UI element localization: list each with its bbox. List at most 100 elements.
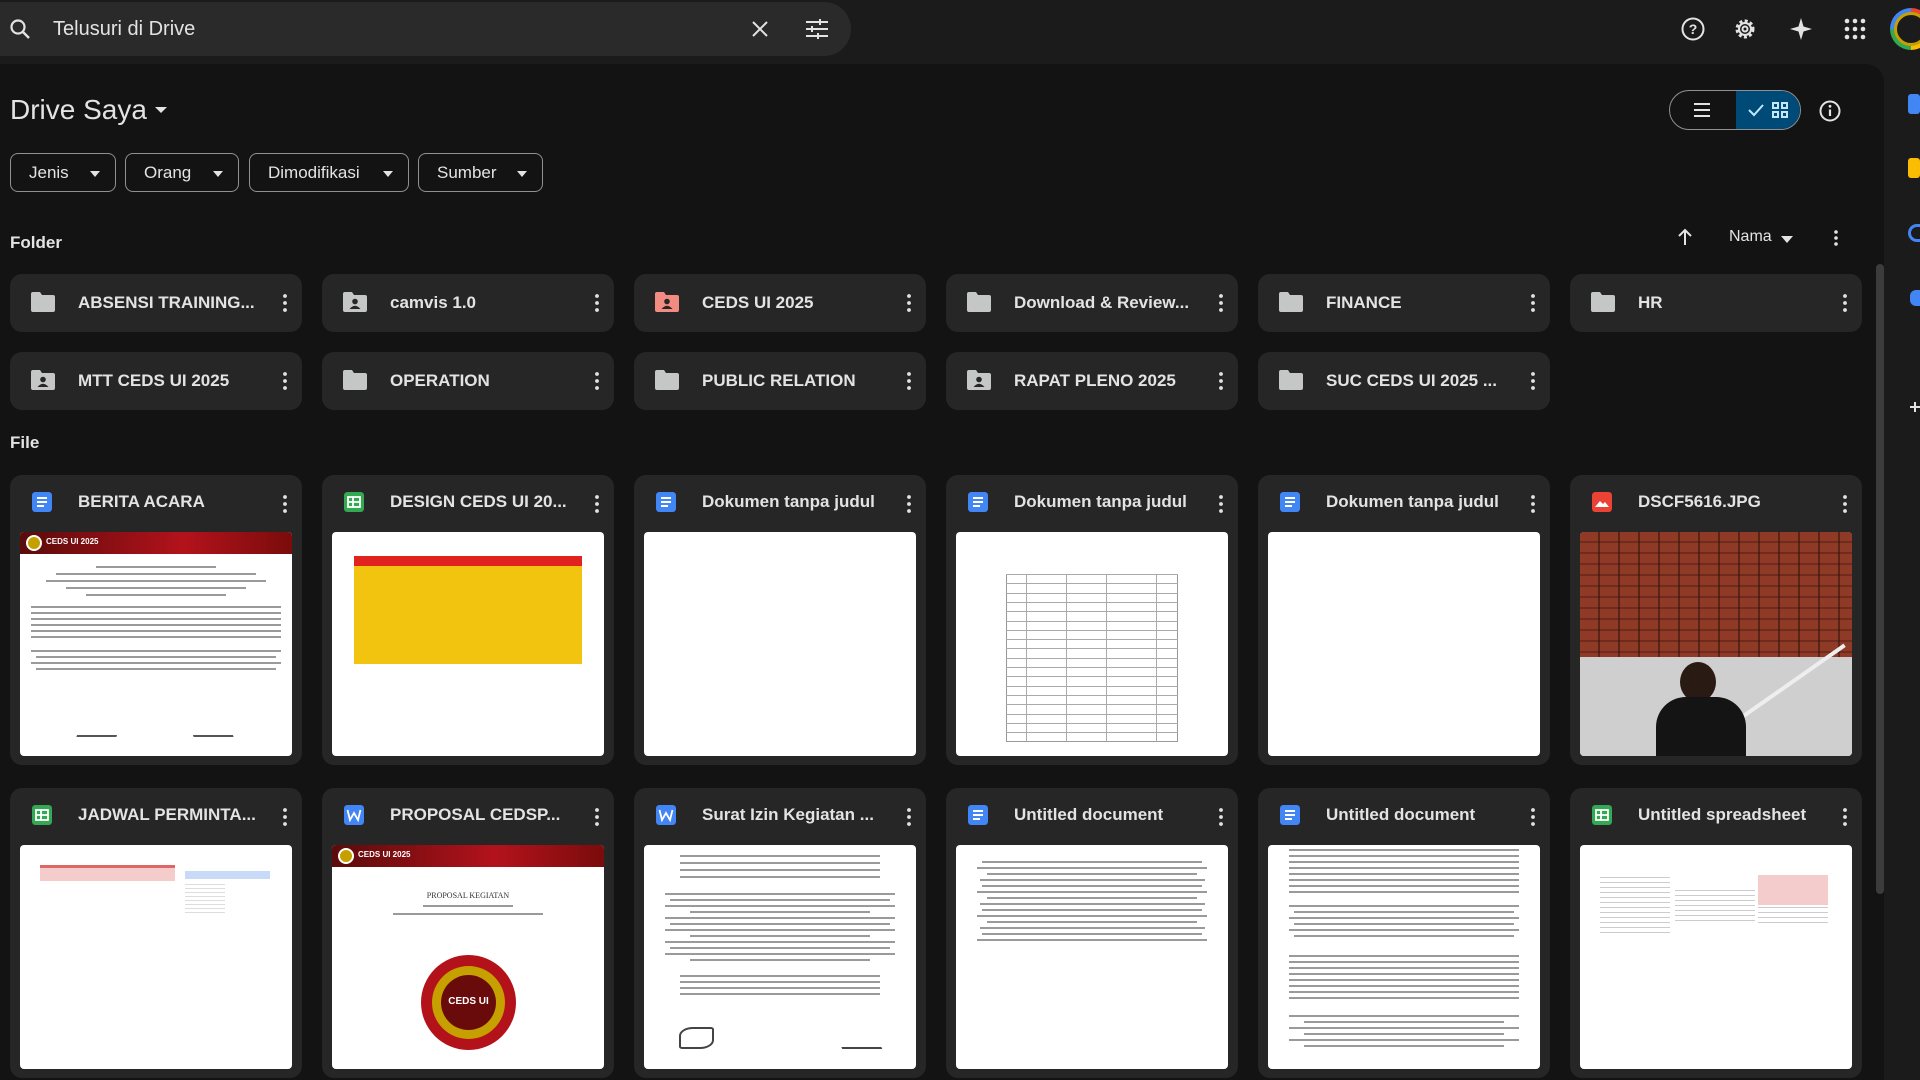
more-vert-icon[interactable] xyxy=(899,492,919,516)
file-card[interactable]: Dokumen tanpa judul xyxy=(634,475,926,765)
search-bar[interactable]: Telusuri di Drive xyxy=(0,2,851,56)
contacts-icon[interactable] xyxy=(1910,290,1920,306)
more-vert-icon[interactable] xyxy=(1835,492,1855,516)
filter-chip-source[interactable]: Sumber xyxy=(418,153,543,192)
file-thumbnail[interactable]: CEDS UI 2025 xyxy=(20,532,292,756)
page-title[interactable]: Drive Saya xyxy=(10,94,147,126)
file-card[interactable]: Untitled document xyxy=(1258,788,1550,1078)
more-vert-icon[interactable] xyxy=(1211,369,1231,393)
filter-chip-people[interactable]: Orang xyxy=(125,153,239,192)
more-vert-icon[interactable] xyxy=(1523,291,1543,315)
more-vert-icon[interactable] xyxy=(587,291,607,315)
folder-item[interactable]: HR xyxy=(1570,274,1862,332)
tasks-icon[interactable] xyxy=(1908,224,1920,242)
file-card[interactable]: PROPOSAL CEDSP... CEDS UI 2025 PROPOSAL KE… xyxy=(322,788,614,1078)
more-vert-icon[interactable] xyxy=(1211,291,1231,315)
file-thumbnail[interactable] xyxy=(332,532,604,756)
folder-item[interactable]: SUC CEDS UI 2025 ... xyxy=(1258,352,1550,410)
more-vert-icon[interactable] xyxy=(587,492,607,516)
file-thumbnail[interactable] xyxy=(1580,845,1852,1069)
file-thumbnail[interactable] xyxy=(644,845,916,1069)
folder-item[interactable]: FINANCE xyxy=(1258,274,1550,332)
sparkle-icon[interactable] xyxy=(1788,16,1814,42)
file-card[interactable]: DESIGN CEDS UI 20... xyxy=(322,475,614,765)
folder-item[interactable]: camvis 1.0 xyxy=(322,274,614,332)
chevron-down-icon[interactable] xyxy=(154,106,168,114)
more-vert-icon[interactable] xyxy=(1523,805,1543,829)
file-card[interactable]: Untitled spreadsheet xyxy=(1570,788,1862,1078)
chevron-down-icon xyxy=(90,171,100,177)
more-vert-icon[interactable] xyxy=(1826,228,1846,248)
chip-label: Jenis xyxy=(29,162,69,182)
file-name: Untitled document xyxy=(1326,805,1476,824)
close-icon[interactable] xyxy=(748,17,772,41)
file-card[interactable]: BERITA ACARA CEDS UI 2025 xyxy=(10,475,302,765)
word-icon xyxy=(656,805,676,825)
apps-grid-icon[interactable] xyxy=(1842,16,1868,42)
search-icon[interactable] xyxy=(8,17,32,41)
folder-item[interactable]: OPERATION xyxy=(322,352,614,410)
avatar[interactable] xyxy=(1890,8,1920,50)
folder-item[interactable]: RAPAT PLENO 2025 xyxy=(946,352,1238,410)
word-icon xyxy=(344,805,364,825)
folder-item[interactable]: PUBLIC RELATION xyxy=(634,352,926,410)
folder-item[interactable]: Download & Review... xyxy=(946,274,1238,332)
more-vert-icon[interactable] xyxy=(1835,805,1855,829)
more-vert-icon[interactable] xyxy=(1523,369,1543,393)
filter-chip-type[interactable]: Jenis xyxy=(10,153,116,192)
docs-icon xyxy=(656,492,676,512)
more-vert-icon[interactable] xyxy=(275,805,295,829)
file-card[interactable]: DSCF5616.JPG xyxy=(1570,475,1862,765)
folder-item[interactable]: CEDS UI 2025 xyxy=(634,274,926,332)
more-vert-icon[interactable] xyxy=(275,492,295,516)
sort-direction-icon[interactable] xyxy=(1675,227,1695,247)
list-view-button[interactable] xyxy=(1670,91,1736,129)
more-vert-icon[interactable] xyxy=(587,805,607,829)
file-card[interactable]: Dokumen tanpa judul xyxy=(946,475,1238,765)
more-vert-icon[interactable] xyxy=(587,369,607,393)
gear-icon[interactable] xyxy=(1732,16,1758,42)
help-icon[interactable]: ? xyxy=(1680,16,1706,42)
file-card[interactable]: JADWAL PERMINTA... xyxy=(10,788,302,1078)
file-thumbnail[interactable] xyxy=(20,845,292,1069)
file-thumbnail[interactable] xyxy=(1268,532,1540,756)
more-vert-icon[interactable] xyxy=(1211,492,1231,516)
keep-icon[interactable] xyxy=(1908,158,1920,178)
folder-name: CEDS UI 2025 xyxy=(702,293,814,312)
filter-chip-modified[interactable]: Dimodifikasi xyxy=(249,153,409,192)
folder-item[interactable]: ABSENSI TRAINING... xyxy=(10,274,302,332)
file-name: DESIGN CEDS UI 20... xyxy=(390,492,567,511)
calendar-icon[interactable] xyxy=(1908,94,1920,114)
file-thumbnail[interactable] xyxy=(956,532,1228,756)
more-vert-icon[interactable] xyxy=(899,291,919,315)
more-vert-icon[interactable] xyxy=(275,369,295,393)
more-vert-icon[interactable] xyxy=(899,805,919,829)
file-thumbnail[interactable] xyxy=(1580,532,1852,756)
folder-name: SUC CEDS UI 2025 ... xyxy=(1326,371,1498,390)
file-thumbnail[interactable] xyxy=(644,532,916,756)
more-vert-icon[interactable] xyxy=(1211,805,1231,829)
info-icon[interactable] xyxy=(1818,99,1842,123)
folder-icon xyxy=(967,292,991,312)
file-thumbnail[interactable]: CEDS UI 2025 PROPOSAL KEGIATAN CEDS UI xyxy=(332,845,604,1069)
search-input[interactable]: Telusuri di Drive xyxy=(53,18,195,41)
grid-icon xyxy=(1772,102,1788,118)
more-vert-icon[interactable] xyxy=(1523,492,1543,516)
filter-options-icon[interactable] xyxy=(804,17,830,41)
scrollbar[interactable] xyxy=(1876,264,1884,894)
file-card[interactable]: Dokumen tanpa judul xyxy=(1258,475,1550,765)
sheets-icon xyxy=(32,805,52,825)
more-vert-icon[interactable] xyxy=(899,369,919,393)
sort-by-button[interactable]: Nama xyxy=(1729,228,1772,246)
grid-view-button[interactable] xyxy=(1736,91,1800,129)
file-name: PROPOSAL CEDSP... xyxy=(390,805,561,824)
file-thumbnail[interactable] xyxy=(956,845,1228,1069)
more-vert-icon[interactable] xyxy=(1835,291,1855,315)
file-thumbnail[interactable] xyxy=(1268,845,1540,1069)
more-vert-icon[interactable] xyxy=(275,291,295,315)
folder-item[interactable]: MTT CEDS UI 2025 xyxy=(10,352,302,410)
chevron-down-icon[interactable] xyxy=(1781,236,1793,243)
file-card[interactable]: Surat Izin Kegiatan ... xyxy=(634,788,926,1078)
view-toggle[interactable] xyxy=(1669,90,1801,130)
file-card[interactable]: Untitled document xyxy=(946,788,1238,1078)
